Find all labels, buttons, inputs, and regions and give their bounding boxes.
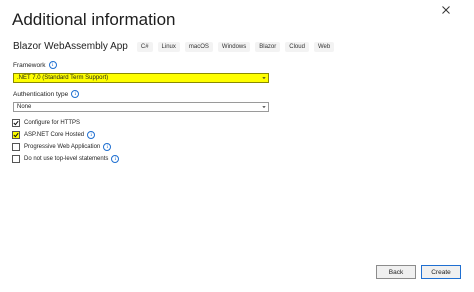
close-icon xyxy=(442,6,450,14)
tag-macos: macOS xyxy=(184,41,213,52)
tag-linux: Linux xyxy=(157,41,180,52)
checkbox[interactable] xyxy=(12,155,20,163)
project-row: Blazor WebAssembly App C# Linux macOS Wi… xyxy=(13,41,339,52)
info-icon[interactable]: i xyxy=(71,90,80,98)
auth-select-value: None xyxy=(17,104,32,110)
tag-blazor: Blazor xyxy=(255,41,281,52)
option-label: Progressive Web Application xyxy=(24,144,101,150)
tag-csharp: C# xyxy=(136,41,153,52)
option-no-top-level-statements[interactable]: Do not use top-level statements i xyxy=(12,155,120,163)
option-configure-https[interactable]: Configure for HTTPS xyxy=(12,119,80,127)
chevron-down-icon xyxy=(262,77,266,79)
create-button[interactable]: Create xyxy=(421,265,461,279)
check-icon xyxy=(13,120,19,126)
option-label: Do not use top-level statements xyxy=(24,156,109,162)
framework-select-value: .NET 7.0 (Standard Term Support) xyxy=(17,75,109,81)
back-button[interactable]: Back xyxy=(376,265,416,279)
info-icon[interactable]: i xyxy=(111,155,120,163)
framework-label-text: Framework xyxy=(13,61,46,69)
info-icon[interactable]: i xyxy=(103,143,112,151)
framework-select[interactable]: .NET 7.0 (Standard Term Support) xyxy=(13,73,269,83)
framework-label: Framework i xyxy=(13,61,57,69)
checkbox[interactable] xyxy=(12,143,20,151)
tag-web: Web xyxy=(313,41,335,52)
option-label: Configure for HTTPS xyxy=(24,120,81,126)
close-button[interactable] xyxy=(438,2,454,18)
page-title: Additional information xyxy=(12,10,176,29)
tag-windows: Windows xyxy=(217,41,251,52)
info-icon[interactable]: i xyxy=(48,61,57,69)
info-icon[interactable]: i xyxy=(87,131,96,139)
project-name: Blazor WebAssembly App xyxy=(13,41,128,52)
option-aspnet-core-hosted[interactable]: ASP.NET Core Hosted i xyxy=(12,131,96,139)
option-progressive-web-app[interactable]: Progressive Web Application i xyxy=(12,143,112,151)
auth-select[interactable]: None xyxy=(13,102,269,112)
checkbox[interactable] xyxy=(12,131,20,139)
auth-label: Authentication type i xyxy=(13,90,80,98)
check-icon xyxy=(13,132,19,138)
project-tags: C# Linux macOS Windows Blazor Cloud Web xyxy=(136,41,339,52)
tag-cloud: Cloud xyxy=(285,41,309,52)
auth-label-text: Authentication type xyxy=(13,90,69,98)
checkbox[interactable] xyxy=(12,119,20,127)
chevron-down-icon xyxy=(262,106,266,108)
option-label: ASP.NET Core Hosted xyxy=(24,132,85,138)
